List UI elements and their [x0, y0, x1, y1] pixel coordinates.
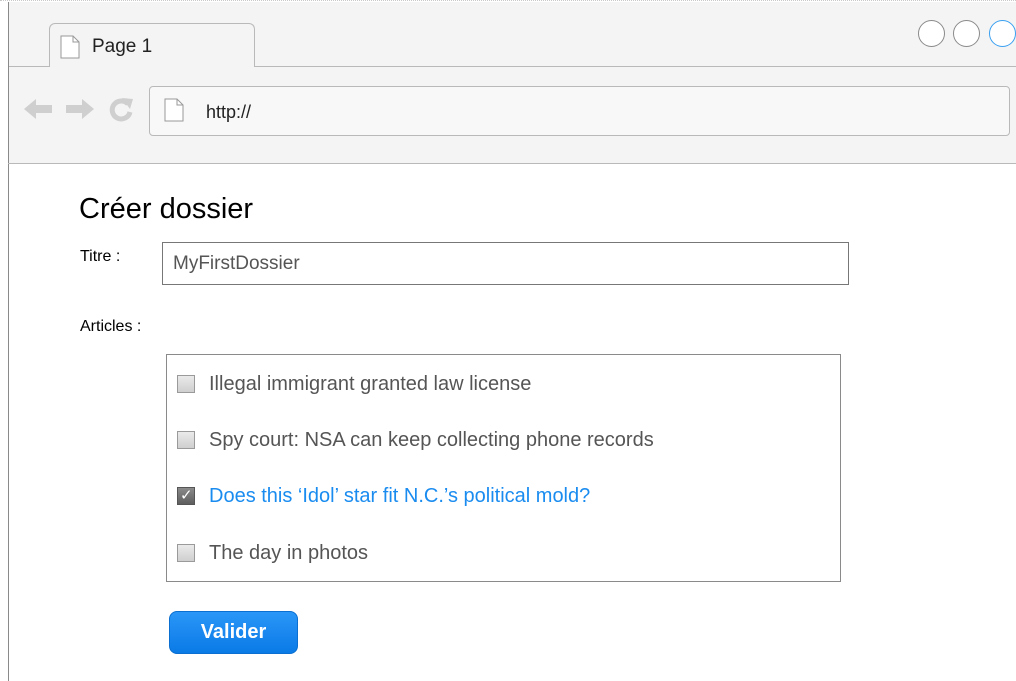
article-item[interactable]: Illegal immigrant granted law license [177, 369, 531, 399]
article-label: Illegal immigrant granted law license [209, 372, 532, 395]
checkbox-checked[interactable] [177, 486, 195, 505]
reload-icon[interactable] [108, 96, 134, 127]
article-label: The day in photos [209, 541, 368, 564]
chrome-divider [8, 163, 1016, 164]
address-text: http:// [206, 102, 252, 122]
content-left-border [8, 164, 9, 681]
back-arrow-icon[interactable] [23, 97, 53, 126]
forward-arrow-icon[interactable] [65, 97, 95, 126]
tab-page-1[interactable]: Page 1 [49, 23, 255, 67]
page-icon [60, 35, 80, 64]
title-input[interactable] [162, 242, 849, 285]
articles-list: Illegal immigrant granted law license Sp… [166, 354, 841, 582]
checkbox[interactable] [177, 431, 195, 449]
window-button-1[interactable] [918, 20, 945, 47]
article-item[interactable]: The day in photos [177, 538, 368, 568]
page-title: Créer dossier [79, 193, 254, 225]
article-item[interactable]: Spy court: NSA can keep collecting phone… [177, 425, 654, 455]
window-button-3[interactable] [989, 20, 1016, 47]
window-button-2[interactable] [953, 20, 980, 47]
page-icon [164, 98, 184, 127]
article-item-selected[interactable]: Does this ‘Idol’ star fit N.C.’s politic… [177, 481, 590, 511]
checkbox[interactable] [177, 375, 195, 393]
title-label: Titre : [80, 248, 121, 265]
address-bar[interactable]: http:// [149, 86, 1010, 136]
browser-chrome: Page 1 http:// [8, 2, 1016, 163]
article-label: Spy court: NSA can keep collecting phone… [209, 428, 654, 451]
tab-label: Page 1 [92, 36, 153, 57]
articles-label: Articles : [80, 318, 142, 335]
valider-button[interactable]: Valider [169, 611, 298, 654]
checkbox[interactable] [177, 544, 195, 562]
article-label: Does this ‘Idol’ star fit N.C.’s politic… [209, 484, 591, 507]
